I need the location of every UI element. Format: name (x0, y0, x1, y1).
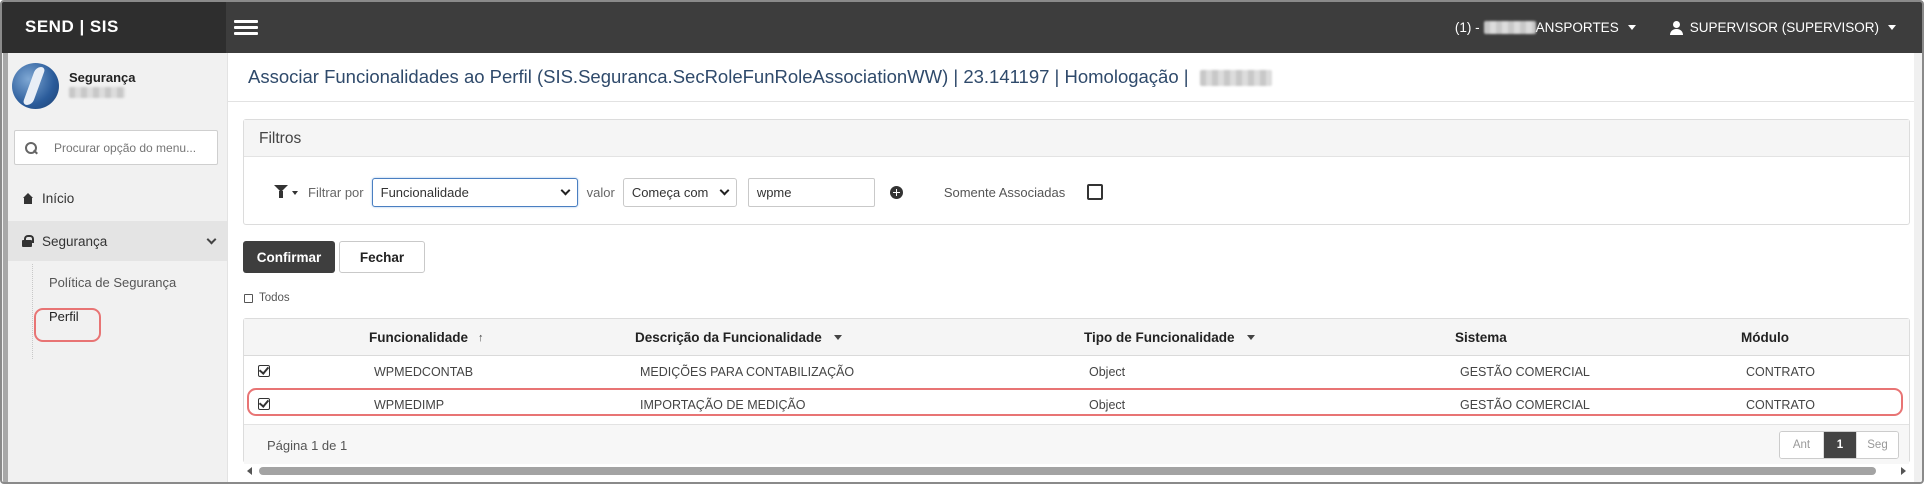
company-suffix: ANSPORTES (1535, 20, 1619, 35)
filter-value-text: wpme (756, 184, 792, 200)
column-label: Descrição da Funcionalidade (635, 330, 822, 345)
select-all-checkbox[interactable] (244, 293, 253, 303)
filters-panel: Filtros Filtrar por Funcionalidade valor… (243, 119, 1910, 225)
module-name: Segurança (69, 70, 136, 85)
menu-search-input[interactable] (54, 140, 214, 155)
filters-header: Filtros (244, 120, 1909, 157)
scroll-right-icon[interactable] (1901, 467, 1906, 475)
table-row[interactable]: WPMEDCONTAB MEDIÇÕES PARA CONTABILIZAÇÃO… (244, 356, 1909, 389)
chevron-down-icon (206, 234, 217, 245)
close-button[interactable]: Fechar (339, 241, 425, 273)
select-all-label: Todos (259, 292, 290, 304)
redacted-subtitle (69, 87, 125, 98)
scroll-thumb[interactable] (259, 467, 1876, 475)
operator-value: Começa com (631, 184, 709, 200)
row-checkbox[interactable] (258, 365, 270, 377)
row-highlight (247, 388, 1903, 416)
top-bar: SEND | SIS (1) - ANSPORTES SUPERVISOR (S… (2, 2, 1922, 53)
sidebar-scrollbar[interactable] (3, 53, 8, 482)
brand-logo[interactable]: SEND | SIS (2, 2, 226, 53)
table-footer: Página 1 de 1 Ant 1 Seg (244, 424, 1909, 464)
redacted-company (1483, 21, 1536, 34)
menu-search[interactable] (14, 130, 218, 165)
cell-tipo: Object (1089, 365, 1126, 379)
app-window: SEND | SIS (1) - ANSPORTES SUPERVISOR (S… (0, 0, 1924, 484)
scroll-left-icon[interactable] (247, 467, 252, 475)
home-icon (22, 192, 34, 204)
lock-icon (22, 235, 34, 247)
module-header: Segurança (12, 63, 135, 109)
page-title-text: Associar Funcionalidades ao Perfil (SIS.… (248, 66, 1189, 87)
col-descricao[interactable]: Descrição da Funcionalidade (635, 330, 842, 345)
next-page-button[interactable]: Seg (1856, 432, 1898, 458)
page-info: Página 1 de 1 (267, 438, 348, 453)
menu-toggle-icon[interactable] (234, 20, 258, 36)
only-associated-checkbox[interactable] (1087, 184, 1104, 200)
tree-connector (32, 264, 33, 359)
chevron-down-icon (833, 335, 842, 340)
filter-field-value: Funcionalidade (380, 184, 469, 200)
user-menu[interactable]: SUPERVISOR (SUPERVISOR) (1669, 20, 1896, 35)
perfil-highlight (34, 308, 101, 342)
page-1-button[interactable]: 1 (1824, 432, 1856, 458)
module-logo (12, 63, 59, 109)
vertical-scrollbar[interactable] (1914, 53, 1922, 482)
divider (228, 101, 1922, 102)
sidebar-item-label: Segurança (42, 233, 108, 249)
company-prefix: (1) - (1454, 20, 1480, 35)
value-label: valor (586, 184, 615, 200)
cell-descricao: MEDIÇÕES PARA CONTABILIZAÇÃO (640, 365, 855, 379)
column-label: Sistema (1455, 330, 1507, 345)
col-tipo[interactable]: Tipo de Funcionalidade (1084, 330, 1255, 345)
sidebar-item-seguranca[interactable]: Segurança (8, 221, 227, 261)
cell-modulo: CONTRATO (1746, 365, 1815, 379)
chevron-down-icon (1246, 335, 1255, 340)
cell-funcionalidade: WPMEDCONTAB (374, 365, 474, 379)
add-filter-icon[interactable] (889, 185, 903, 199)
column-label: Tipo de Funcionalidade (1084, 330, 1235, 345)
col-modulo[interactable]: Módulo (1741, 330, 1789, 345)
prev-page-button[interactable]: Ant (1780, 432, 1824, 458)
sidebar: Segurança Início Segurança Política de S… (2, 53, 228, 482)
chevron-down-icon (560, 185, 571, 195)
chevron-down-icon (1888, 25, 1896, 30)
col-sistema[interactable]: Sistema (1455, 330, 1507, 345)
col-funcionalidade[interactable]: Funcionalidade ↑ (369, 330, 484, 345)
chevron-down-icon (719, 185, 730, 195)
sidebar-item-label: Início (42, 190, 75, 206)
select-all[interactable]: Todos (244, 292, 290, 304)
filter-field-select[interactable]: Funcionalidade (371, 177, 578, 207)
chevron-down-icon[interactable] (292, 191, 298, 195)
user-icon (1669, 20, 1683, 35)
user-name: SUPERVISOR (SUPERVISOR) (1689, 20, 1879, 35)
table-header: Funcionalidade ↑ Descrição da Funcionali… (244, 319, 1909, 356)
column-label: Módulo (1741, 330, 1789, 345)
search-icon (25, 141, 37, 154)
only-associated-label: Somente Associadas (943, 184, 1066, 200)
filter-icon[interactable] (274, 185, 290, 199)
cell-sistema: GESTÃO COMERCIAL (1460, 365, 1590, 379)
operator-select[interactable]: Começa com (622, 177, 737, 207)
filter-value-input[interactable]: wpme (747, 177, 875, 207)
sidebar-item-inicio[interactable]: Início (8, 178, 227, 218)
pagination: Ant 1 Seg (1779, 431, 1899, 459)
redacted-env (1199, 70, 1272, 87)
company-selector[interactable]: (1) - ANSPORTES (1455, 20, 1636, 35)
sidebar-subitem-politica[interactable]: Política de Segurança (49, 275, 176, 290)
chevron-down-icon (1627, 25, 1636, 30)
confirm-button[interactable]: Confirmar (243, 241, 335, 273)
page-title: Associar Funcionalidades ao Perfil (SIS.… (248, 66, 1272, 88)
column-label: Funcionalidade (369, 330, 469, 345)
horizontal-scrollbar[interactable] (243, 465, 1910, 477)
sort-ascending-icon: ↑ (478, 331, 484, 344)
filter-by-label: Filtrar por (308, 184, 364, 200)
